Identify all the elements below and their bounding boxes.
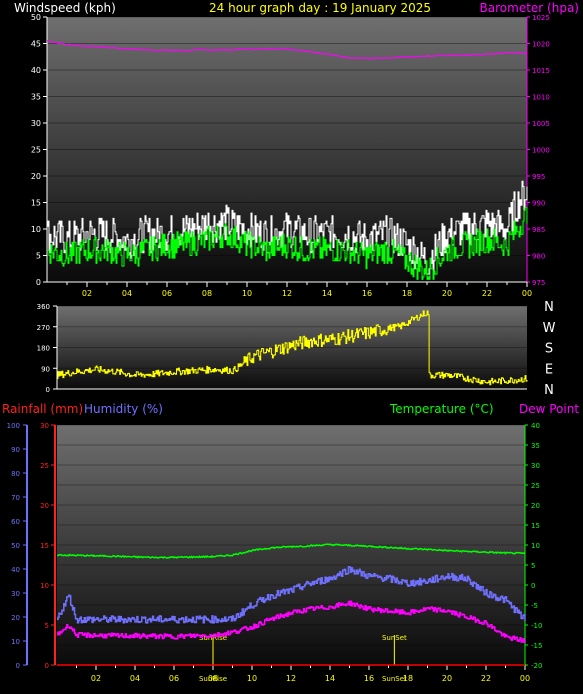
baro-tick-label: 995	[532, 173, 545, 181]
baro-tick-label: 975	[532, 279, 545, 287]
direction-tick-label: 90	[41, 365, 50, 373]
rainfall-tick-label: 5	[45, 622, 49, 630]
humidity-tick-label: 50	[11, 542, 20, 550]
hour-tick-label: 16	[362, 289, 372, 298]
hour-tick-label: 06	[162, 289, 172, 298]
humidity-axis-title: Humidity (%)	[84, 402, 163, 416]
sunset-axis-label: SunSet	[382, 675, 407, 683]
hour-tick-label: 14	[322, 289, 332, 298]
hour-tick-label: 20	[442, 674, 452, 683]
humidity-tick-label: 0	[16, 662, 20, 670]
wind-tick-label: 5	[36, 252, 41, 261]
compass-label: S	[545, 342, 553, 357]
temperature-tick-label: 40	[531, 422, 540, 430]
rainfall-tick-label: 10	[40, 582, 49, 590]
rainfall-tick-label: 0	[45, 662, 49, 670]
hour-tick-label: 08	[202, 289, 212, 298]
wind-tick-label: 10	[31, 225, 41, 234]
temperature-tick-label: 15	[531, 522, 540, 530]
rainfall-tick-label: 20	[40, 502, 49, 510]
direction-tick-label: 270	[37, 324, 50, 332]
rainfall-axis-title: Rainfall (mm)	[2, 402, 83, 416]
baro-tick-label: 1015	[532, 67, 550, 75]
hour-tick-label: 22	[482, 289, 492, 298]
compass-label: W	[543, 321, 556, 336]
baro-tick-label: 990	[532, 200, 545, 208]
hour-tick-label: 04	[130, 674, 140, 683]
compass-label: E	[545, 362, 553, 377]
wind-tick-label: 30	[31, 119, 41, 128]
temperature-axis-title: Temperature (°C)	[389, 402, 494, 416]
wind-tick-label: 25	[31, 146, 41, 155]
baro-tick-label: 1010	[532, 94, 550, 102]
hour-tick-label: 02	[82, 289, 92, 298]
baro-tick-label: 1020	[532, 41, 550, 49]
humidity-tick-label: 40	[11, 566, 20, 574]
temperature-tick-label: 30	[531, 462, 540, 470]
direction-tick-label: 360	[37, 303, 50, 311]
direction-tick-label: 180	[37, 345, 50, 353]
hour-tick-label: 12	[282, 289, 292, 298]
hour-tick-label: 02	[91, 674, 101, 683]
temperature-tick-label: 0	[531, 582, 535, 590]
dewpoint-axis-title: Dew Point (°C)	[519, 402, 583, 416]
hour-tick-label: 12	[286, 674, 296, 683]
hour-tick-label: 00	[520, 674, 530, 683]
baro-tick-label: 1005	[532, 120, 550, 128]
temperature-tick-label: -10	[531, 622, 542, 630]
temperature-tick-label: 25	[531, 482, 540, 490]
baro-tick-label: 1025	[532, 14, 550, 22]
hour-tick-label: 14	[325, 674, 335, 683]
humidity-tick-label: 20	[11, 614, 20, 622]
humidity-tick-label: 90	[11, 446, 20, 454]
windspeed-axis-title: Windspeed (kph)	[14, 1, 116, 15]
temperature-tick-label: 20	[531, 502, 540, 510]
baro-tick-label: 980	[532, 253, 545, 261]
wind-tick-label: 50	[31, 13, 41, 22]
humidity-tick-label: 10	[11, 638, 20, 646]
humidity-tick-label: 70	[11, 494, 20, 502]
direction-tick-label: 0	[46, 386, 50, 394]
baro-tick-label: 985	[532, 226, 545, 234]
wind-tick-label: 15	[31, 199, 41, 208]
temperature-tick-label: 10	[531, 542, 540, 550]
rainfall-tick-label: 30	[40, 422, 49, 430]
compass-label: N	[544, 300, 554, 315]
temperature-tick-label: -5	[531, 602, 538, 610]
wind-tick-label: 20	[31, 172, 41, 181]
wind-tick-label: 45	[31, 40, 41, 49]
rainfall-tick-label: 25	[40, 462, 49, 470]
compass-label: N	[544, 383, 554, 398]
hour-tick-label: 00	[522, 289, 532, 298]
weather-graph-canvas: Windspeed (kph) 24 hour graph day : 19 J…	[2, 1, 583, 683]
hour-tick-label: 10	[242, 289, 252, 298]
hour-tick-label: 06	[169, 674, 179, 683]
humidity-tick-label: 100	[7, 422, 20, 430]
wind-tick-label: 35	[31, 93, 41, 102]
hour-tick-label: 18	[402, 289, 412, 298]
chart-title: 24 hour graph day : 19 January 2025	[209, 1, 431, 15]
temperature-tick-label: -15	[531, 642, 542, 650]
barometer-axis-title: Barometer (hpa)	[480, 1, 579, 15]
humidity-tick-label: 60	[11, 518, 20, 526]
hour-tick-label: 04	[122, 289, 132, 298]
wind-tick-label: 0	[36, 278, 41, 287]
rainfall-tick-label: 15	[40, 542, 49, 550]
sunrise-axis-label: SunRise	[199, 675, 227, 683]
humidity-tick-label: 30	[11, 590, 20, 598]
temperature-tick-label: 5	[531, 562, 535, 570]
hour-tick-label: 10	[247, 674, 257, 683]
temperature-tick-label: 35	[531, 442, 540, 450]
hour-tick-label: 16	[364, 674, 374, 683]
baro-tick-label: 1000	[532, 147, 550, 155]
hour-tick-label: 20	[442, 289, 452, 298]
hour-tick-label: 22	[481, 674, 491, 683]
wind-tick-label: 40	[31, 66, 41, 75]
temperature-tick-label: -20	[531, 662, 542, 670]
humidity-tick-label: 80	[11, 470, 20, 478]
sunset-label: SunSet	[382, 634, 407, 642]
